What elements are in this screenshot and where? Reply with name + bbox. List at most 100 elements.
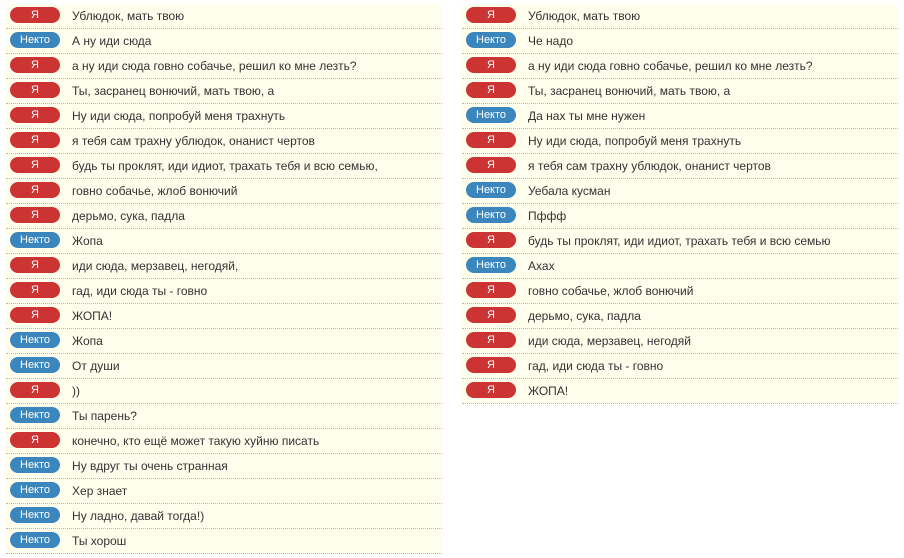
chat-message-text: Ну ладно, давай тогда!) (72, 506, 438, 525)
chat-message-row: НектоНу ладно, давай тогда!) (6, 504, 442, 529)
chat-message-text: Ахах (528, 256, 894, 275)
chat-message-text: Хер знает (72, 481, 438, 500)
chat-message-text: а ну иди сюда говно собачье, решил ко мн… (72, 56, 438, 75)
chat-message-row: Я ЖОПА! (6, 304, 442, 329)
sender-badge-other: Некто (10, 457, 60, 473)
sender-badge-me: Я (466, 307, 516, 323)
sender-badge-me: Я (10, 82, 60, 98)
chat-message-text: а ну иди сюда говно собачье, решил ко мн… (528, 56, 894, 75)
chat-message-row: Некто Жопа (6, 229, 442, 254)
chat-message-text: Ну иди сюда, попробуй меня трахнуть (72, 106, 438, 125)
chat-message-row: Яговно собачье, жлоб вонючий (462, 279, 898, 304)
sender-badge-me: Я (10, 132, 60, 148)
sender-badge-me: Я (466, 57, 516, 73)
sender-badge-other: Некто (466, 107, 516, 123)
chat-message-row: Некто Пффф (462, 204, 898, 229)
chat-message-row: Ядерьмо, сука, падла (6, 204, 442, 229)
chat-message-row: Яа ну иди сюда говно собачье, решил ко м… (6, 54, 442, 79)
sender-badge-me: Я (10, 57, 60, 73)
sender-badge-other: Некто (466, 207, 516, 223)
chat-message-text: Ублюдок, мать твою (72, 6, 438, 25)
chat-message-text: А ну иди сюда (72, 31, 438, 50)
chat-message-text: )) (72, 381, 438, 400)
sender-badge-me: Я (466, 232, 516, 248)
chat-message-text: Пффф (528, 206, 894, 225)
chat-message-text: Ну вдруг ты очень странная (72, 456, 438, 475)
chat-message-row: Яа ну иди сюда говно собачье, решил ко м… (462, 54, 898, 79)
chat-message-text: дерьмо, сука, падла (528, 306, 894, 325)
chat-message-row: Некто Жопа (6, 329, 442, 354)
chat-message-row: Некто От души (6, 354, 442, 379)
chat-message-row: Я ЖОПА! (462, 379, 898, 404)
chat-column-right: ЯУблюдок, мать твоюНектоЧе надоЯа ну иди… (462, 4, 898, 554)
chat-message-text: ЖОПА! (528, 381, 894, 400)
sender-badge-me: Я (10, 157, 60, 173)
chat-message-text: ЖОПА! (72, 306, 438, 325)
chat-message-row: НектоЧе надо (462, 29, 898, 54)
chat-message-row: Некто Да нах ты мне нужен (462, 104, 898, 129)
chat-message-row: НектоАхах (462, 254, 898, 279)
sender-badge-me: Я (10, 182, 60, 198)
sender-badge-me: Я (466, 82, 516, 98)
sender-badge-me: Я (10, 432, 60, 448)
chat-message-row: Ягад, иди сюда ты - говно (462, 354, 898, 379)
sender-badge-other: Некто (10, 407, 60, 423)
chat-message-row: Я Ублюдок, мать твою (462, 4, 898, 29)
chat-message-text: Да нах ты мне нужен (528, 106, 894, 125)
chat-message-text: Жопа (72, 231, 438, 250)
sender-badge-other: Некто (466, 32, 516, 48)
chat-message-text: гад, иди сюда ты - говно (528, 356, 894, 375)
chat-message-row: Яиди сюда, мерзавец, негодяй (462, 329, 898, 354)
chat-message-row: Некто Ну вдруг ты очень странная (6, 454, 442, 479)
chat-message-row: Ядерьмо, сука, падла (462, 304, 898, 329)
chat-message-row: Ябудь ты проклят, иди идиот, трахать теб… (6, 154, 442, 179)
chat-message-text: дерьмо, сука, падла (72, 206, 438, 225)
sender-badge-me: Я (466, 7, 516, 23)
chat-message-text: я тебя сам трахну ублюдок, онанист черто… (528, 156, 894, 175)
sender-badge-me: Я (466, 332, 516, 348)
chat-message-text: Жопа (72, 331, 438, 350)
chat-message-row: Некто Ты хорош (6, 529, 442, 554)
sender-badge-other: Некто (466, 182, 516, 198)
sender-badge-other: Некто (10, 32, 60, 48)
chat-message-text: Ты парень? (72, 406, 438, 425)
sender-badge-other: Некто (10, 332, 60, 348)
sender-badge-me: Я (466, 357, 516, 373)
chat-message-row: Яговно собачье, жлоб вонючий (6, 179, 442, 204)
sender-badge-me: Я (10, 7, 60, 23)
sender-badge-me: Я (10, 107, 60, 123)
chat-message-row: Я Ну иди сюда, попробуй меня трахнуть (6, 104, 442, 129)
sender-badge-me: Я (466, 282, 516, 298)
chat-message-text: От души (72, 356, 438, 375)
chat-message-text: Уебала кусман (528, 181, 894, 200)
chat-message-row: Я)) (6, 379, 442, 404)
chat-message-text: я тебя сам трахну ублюдок, онанист черто… (72, 131, 438, 150)
chat-message-text: иди сюда, мерзавец, негодяй (528, 331, 894, 350)
chat-message-text: будь ты проклят, иди идиот, трахать тебя… (72, 156, 438, 175)
chat-message-row: Ягад, иди сюда ты - говно (6, 279, 442, 304)
chat-message-text: Ты хорош (72, 531, 438, 550)
sender-badge-me: Я (10, 207, 60, 223)
chat-message-text: Ублюдок, мать твою (528, 6, 894, 25)
sender-badge-me: Я (10, 307, 60, 323)
sender-badge-me: Я (466, 382, 516, 398)
chat-message-row: НектоХер знает (6, 479, 442, 504)
sender-badge-me: Я (10, 382, 60, 398)
chat-message-text: будь ты проклят, иди идиот, трахать тебя… (528, 231, 894, 250)
sender-badge-other: Некто (10, 357, 60, 373)
chat-message-text: Ну иди сюда, попробуй меня трахнуть (528, 131, 894, 150)
chat-column-left: Я Ублюдок, мать твою Некто А ну иди сюда Яа … (6, 4, 442, 554)
chat-message-row: Некто А ну иди сюда (6, 29, 442, 54)
sender-badge-me: Я (466, 132, 516, 148)
chat-message-row: Яиди сюда, мерзавец, негодяй, (6, 254, 442, 279)
chat-message-text: гад, иди сюда ты - говно (72, 281, 438, 300)
sender-badge-other: Некто (10, 532, 60, 548)
chat-message-text: конечно, кто ещё может такую хуйню писат… (72, 431, 438, 450)
sender-badge-me: Я (10, 282, 60, 298)
chat-message-row: ЯТы, засранец вонючий, мать твою, а (462, 79, 898, 104)
chat-message-row: Некто Уебала кусман (462, 179, 898, 204)
sender-badge-other: Некто (10, 232, 60, 248)
chat-message-text: говно собачье, жлоб вонючий (72, 181, 438, 200)
chat-message-row: Я Ну иди сюда, попробуй меня трахнуть (462, 129, 898, 154)
chat-message-row: ЯТы, засранец вонючий, мать твою, а (6, 79, 442, 104)
